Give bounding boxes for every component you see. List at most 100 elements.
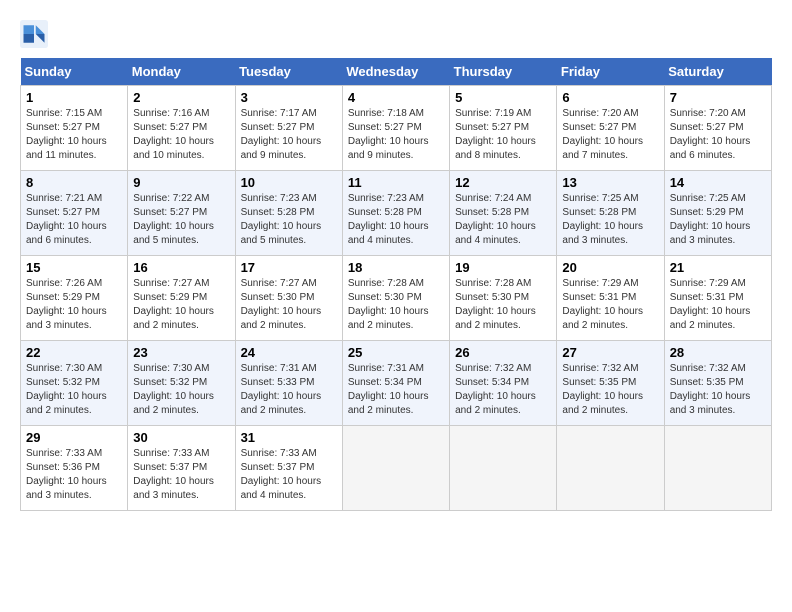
calendar-week-row: 1Sunrise: 7:15 AM Sunset: 5:27 PM Daylig… — [21, 86, 772, 171]
day-info: Sunrise: 7:33 AM Sunset: 5:36 PM Dayligh… — [26, 447, 122, 503]
calendar-cell: 19Sunrise: 7:28 AM Sunset: 5:30 PM Dayli… — [450, 256, 557, 341]
calendar-table: SundayMondayTuesdayWednesdayThursdayFrid… — [20, 58, 772, 511]
calendar-cell: 20 Sunrise: 7:29 AM Sunset: 5:31 PM Dayli… — [557, 256, 664, 341]
logo-icon — [20, 20, 48, 48]
day-info: Sunrise: 7:26 AM Sunset: 5:29 PM Dayligh… — [26, 277, 122, 333]
day-info: Sunrise: 7:23 AM Sunset: 5:28 PM Dayligh… — [348, 192, 444, 248]
day-number: 6 — [562, 90, 658, 105]
calendar-cell: 4 Sunrise: 7:18 AM Sunset: 5:27 PM Daylig… — [342, 86, 449, 171]
header-monday: Monday — [128, 58, 235, 86]
day-number: 26 — [455, 345, 551, 360]
day-number: 13 — [562, 175, 658, 190]
day-number: 18 — [348, 260, 444, 275]
calendar-cell: 13 Sunrise: 7:25 AM Sunset: 5:28 PM Dayli… — [557, 171, 664, 256]
day-info: Sunrise: 7:23 AM Sunset: 5:28 PM Dayligh… — [241, 192, 337, 248]
day-info: Sunrise: 7:28 AM Sunset: 5:30 PM Dayligh… — [348, 277, 444, 333]
calendar-cell: 15 Sunrise: 7:26 AM Sunset: 5:29 PM Dayli… — [21, 256, 128, 341]
calendar-cell: 30 Sunrise: 7:33 AM Sunset: 5:37 PM Dayli… — [128, 426, 235, 511]
day-number: 31 — [241, 430, 337, 445]
day-number: 14 — [670, 175, 766, 190]
day-info: Sunrise: 7:16 AM Sunset: 5:27 PM Dayligh… — [133, 107, 229, 163]
day-info: Sunrise: 7:18 AM Sunset: 5:27 PM Dayligh… — [348, 107, 444, 163]
calendar-cell: 5 Sunrise: 7:19 AM Sunset: 5:27 PM Daylig… — [450, 86, 557, 171]
day-number: 20 — [562, 260, 658, 275]
calendar-cell — [450, 426, 557, 511]
day-number: 2 — [133, 90, 229, 105]
calendar-cell: 18 Sunrise: 7:28 AM Sunset: 5:30 PM Dayli… — [342, 256, 449, 341]
day-info: Sunrise: 7:29 AM Sunset: 5:31 PM Dayligh… — [670, 277, 766, 333]
day-number: 27 — [562, 345, 658, 360]
calendar-cell: 16 Sunrise: 7:27 AM Sunset: 5:29 PM Dayli… — [128, 256, 235, 341]
calendar-cell: 22Sunrise: 7:30 AM Sunset: 5:32 PM Dayli… — [21, 341, 128, 426]
day-info: Sunrise: 7:20 AM Sunset: 5:27 PM Dayligh… — [670, 107, 766, 163]
day-number: 7 — [670, 90, 766, 105]
header-friday: Friday — [557, 58, 664, 86]
calendar-cell: 29Sunrise: 7:33 AM Sunset: 5:36 PM Dayli… — [21, 426, 128, 511]
calendar-cell: 17 Sunrise: 7:27 AM Sunset: 5:30 PM Dayli… — [235, 256, 342, 341]
day-number: 12 — [455, 175, 551, 190]
calendar-cell: 7 Sunrise: 7:20 AM Sunset: 5:27 PM Daylig… — [664, 86, 771, 171]
calendar-cell: 26 Sunrise: 7:32 AM Sunset: 5:34 PM Dayli… — [450, 341, 557, 426]
day-info: Sunrise: 7:24 AM Sunset: 5:28 PM Dayligh… — [455, 192, 551, 248]
day-number: 8 — [26, 175, 122, 190]
day-number: 17 — [241, 260, 337, 275]
day-info: Sunrise: 7:27 AM Sunset: 5:29 PM Dayligh… — [133, 277, 229, 333]
header-tuesday: Tuesday — [235, 58, 342, 86]
day-number: 22 — [26, 345, 122, 360]
header-thursday: Thursday — [450, 58, 557, 86]
day-info: Sunrise: 7:19 AM Sunset: 5:27 PM Dayligh… — [455, 107, 551, 163]
calendar-week-row: 22 Sunrise: 7:30 AM Sunset: 5:32 PM Dayli… — [21, 341, 772, 426]
day-number: 30 — [133, 430, 229, 445]
calendar-cell: 23 Sunrise: 7:30 AM Sunset: 5:32 PM Dayli… — [128, 341, 235, 426]
calendar-week-row: 15 Sunrise: 7:26 AM Sunset: 5:29 PM Dayli… — [21, 256, 772, 341]
day-info: Sunrise: 7:21 AM Sunset: 5:27 PM Dayligh… — [26, 192, 122, 248]
day-info: Sunrise: 7:33 AM Sunset: 5:37 PM Dayligh… — [241, 447, 337, 503]
calendar-cell: 9 Sunrise: 7:22 AM Sunset: 5:27 PM Daylig… — [128, 171, 235, 256]
calendar-cell: 3 Sunrise: 7:17 AM Sunset: 5:27 PM Daylig… — [235, 86, 342, 171]
calendar-cell: 25 Sunrise: 7:31 AM Sunset: 5:34 PM Dayli… — [342, 341, 449, 426]
day-info: Sunrise: 7:28 AM Sunset: 5:30 PM Dayligh… — [455, 277, 551, 333]
day-number: 16 — [133, 260, 229, 275]
calendar-cell: 1Sunrise: 7:15 AM Sunset: 5:27 PM Daylig… — [21, 86, 128, 171]
day-number: 10 — [241, 175, 337, 190]
calendar-cell: 21Sunrise: 7:29 AM Sunset: 5:31 PM Dayli… — [664, 256, 771, 341]
day-number: 5 — [455, 90, 551, 105]
day-number: 4 — [348, 90, 444, 105]
day-info: Sunrise: 7:27 AM Sunset: 5:30 PM Dayligh… — [241, 277, 337, 333]
header-sunday: Sunday — [21, 58, 128, 86]
calendar-cell: 2 Sunrise: 7:16 AM Sunset: 5:27 PM Daylig… — [128, 86, 235, 171]
calendar-cell: 14 Sunrise: 7:25 AM Sunset: 5:29 PM Dayli… — [664, 171, 771, 256]
day-info: Sunrise: 7:20 AM Sunset: 5:27 PM Dayligh… — [562, 107, 658, 163]
calendar-cell: 27 Sunrise: 7:32 AM Sunset: 5:35 PM Dayli… — [557, 341, 664, 426]
calendar-week-row: 29Sunrise: 7:33 AM Sunset: 5:36 PM Dayli… — [21, 426, 772, 511]
calendar-cell — [557, 426, 664, 511]
day-info: Sunrise: 7:25 AM Sunset: 5:28 PM Dayligh… — [562, 192, 658, 248]
day-number: 25 — [348, 345, 444, 360]
header-wednesday: Wednesday — [342, 58, 449, 86]
day-info: Sunrise: 7:32 AM Sunset: 5:34 PM Dayligh… — [455, 362, 551, 418]
day-info: Sunrise: 7:22 AM Sunset: 5:27 PM Dayligh… — [133, 192, 229, 248]
day-info: Sunrise: 7:29 AM Sunset: 5:31 PM Dayligh… — [562, 277, 658, 333]
day-info: Sunrise: 7:32 AM Sunset: 5:35 PM Dayligh… — [670, 362, 766, 418]
day-number: 23 — [133, 345, 229, 360]
day-number: 3 — [241, 90, 337, 105]
day-number: 24 — [241, 345, 337, 360]
day-info: Sunrise: 7:25 AM Sunset: 5:29 PM Dayligh… — [670, 192, 766, 248]
calendar-header-row: SundayMondayTuesdayWednesdayThursdayFrid… — [21, 58, 772, 86]
day-info: Sunrise: 7:17 AM Sunset: 5:27 PM Dayligh… — [241, 107, 337, 163]
logo — [20, 20, 52, 48]
calendar-cell — [342, 426, 449, 511]
calendar-cell: 10 Sunrise: 7:23 AM Sunset: 5:28 PM Dayli… — [235, 171, 342, 256]
day-info: Sunrise: 7:31 AM Sunset: 5:33 PM Dayligh… — [241, 362, 337, 418]
day-number: 15 — [26, 260, 122, 275]
day-info: Sunrise: 7:30 AM Sunset: 5:32 PM Dayligh… — [133, 362, 229, 418]
day-info: Sunrise: 7:32 AM Sunset: 5:35 PM Dayligh… — [562, 362, 658, 418]
day-number: 28 — [670, 345, 766, 360]
day-number: 9 — [133, 175, 229, 190]
calendar-cell: 6 Sunrise: 7:20 AM Sunset: 5:27 PM Daylig… — [557, 86, 664, 171]
day-info: Sunrise: 7:31 AM Sunset: 5:34 PM Dayligh… — [348, 362, 444, 418]
header-saturday: Saturday — [664, 58, 771, 86]
calendar-week-row: 8 Sunrise: 7:21 AM Sunset: 5:27 PM Daylig… — [21, 171, 772, 256]
day-info: Sunrise: 7:33 AM Sunset: 5:37 PM Dayligh… — [133, 447, 229, 503]
day-info: Sunrise: 7:15 AM Sunset: 5:27 PM Dayligh… — [26, 107, 122, 163]
